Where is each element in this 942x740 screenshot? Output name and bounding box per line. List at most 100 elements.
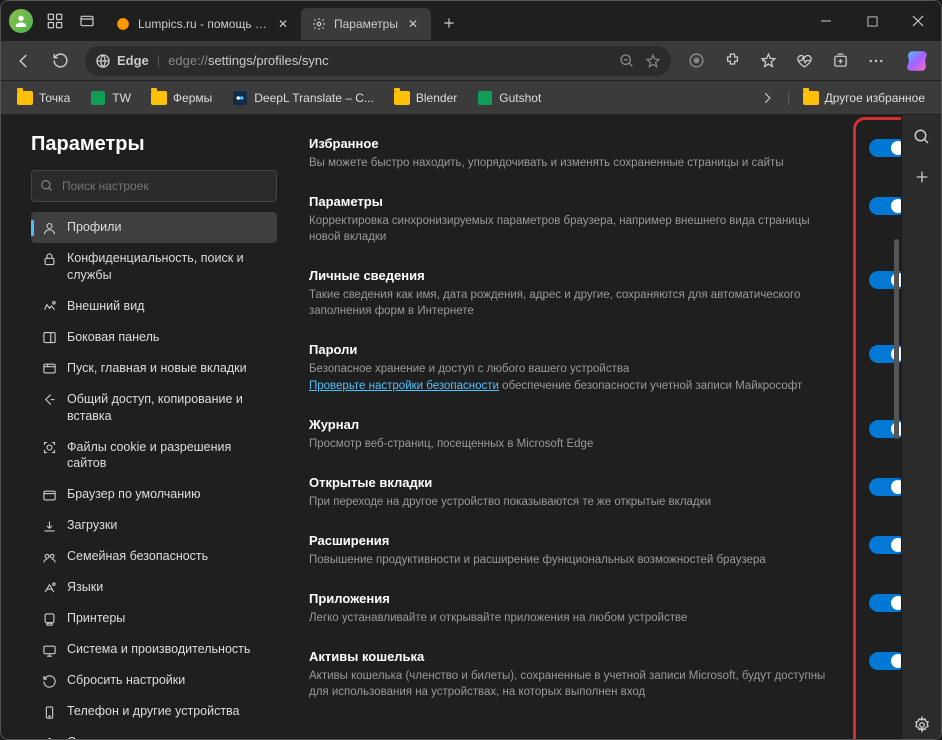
sync-desc-5: При переходе на другое устройство показы…	[309, 494, 843, 510]
workspaces-icon[interactable]	[41, 7, 69, 35]
nav-icon-10	[41, 580, 57, 596]
scrollbar[interactable]	[894, 239, 899, 439]
extensions-icon[interactable]	[715, 45, 749, 77]
nav-icon-11	[41, 611, 57, 627]
nav-item-12[interactable]: Система и производительность	[31, 634, 277, 665]
nav-item-8[interactable]: Загрузки	[31, 510, 277, 541]
new-tab-button[interactable]	[435, 9, 463, 37]
nav-label-15: Специальные возможности	[67, 734, 227, 739]
site-identity[interactable]: Edge	[95, 53, 149, 69]
nav-label-11: Принтеры	[67, 610, 125, 627]
profile-avatar[interactable]	[9, 9, 33, 33]
sync-title-3: Пароли	[309, 342, 843, 357]
sidebar-add-icon[interactable]	[908, 163, 936, 191]
settings-search-input[interactable]	[62, 179, 268, 193]
bookmarks-overflow[interactable]	[752, 87, 782, 109]
bookmark-0[interactable]: Точка	[9, 86, 78, 110]
nav-item-13[interactable]: Сбросить настройки	[31, 665, 277, 696]
nav-item-14[interactable]: Телефон и другие устройства	[31, 696, 277, 727]
nav-item-0[interactable]: Профили	[31, 212, 277, 243]
nav-label-14: Телефон и другие устройства	[67, 703, 240, 720]
tab-favicon-1	[311, 16, 327, 32]
nav-icon-6	[41, 440, 57, 456]
nav-icon-1	[41, 251, 57, 267]
nav-icon-12	[41, 642, 57, 658]
settings-main: ИзбранноеВы можете быстро находить, упор…	[291, 115, 941, 739]
nav-item-6[interactable]: Файлы cookie и разрешения сайтов	[31, 432, 277, 480]
nav-label-3: Боковая панель	[67, 329, 159, 346]
search-icon	[40, 179, 54, 193]
copilot-button[interactable]	[899, 43, 935, 79]
sync-link-3[interactable]: Проверьте настройки безопасности	[309, 380, 499, 392]
address-bar[interactable]: Edge | edge://settings/profiles/sync	[85, 46, 671, 76]
nav-item-7[interactable]: Браузер по умолчанию	[31, 479, 277, 510]
nav-icon-13	[41, 673, 57, 689]
sync-title-8: Активы кошелька	[309, 649, 843, 664]
sync-row-0: ИзбранноеВы можете быстро находить, упор…	[309, 125, 913, 183]
window-maximize[interactable]	[849, 1, 895, 41]
nav-label-8: Загрузки	[67, 517, 117, 534]
sync-desc-6: Повышение продуктивности и расширение фу…	[309, 552, 843, 568]
bookmark-2[interactable]: Фермы	[143, 86, 220, 110]
collections-icon[interactable]	[823, 45, 857, 77]
nav-back[interactable]	[7, 45, 41, 77]
nav-icon-14	[41, 704, 57, 720]
bookmark-3[interactable]: DeepL Translate – C...	[224, 86, 382, 110]
sync-row-5: Открытые вкладкиПри переходе на другое у…	[309, 464, 913, 522]
nav-item-3[interactable]: Боковая панель	[31, 322, 277, 353]
sidebar-search-icon[interactable]	[908, 123, 936, 151]
nav-item-1[interactable]: Конфиденциальность, поиск и службы	[31, 243, 277, 291]
tab-actions-icon[interactable]	[73, 7, 101, 35]
sync-row-6: РасширенияПовышение продуктивности и рас…	[309, 522, 913, 580]
nav-icon-7	[41, 487, 57, 503]
other-bookmarks[interactable]: Другое избранное	[795, 86, 933, 110]
nav-label-4: Пуск, главная и новые вкладки	[67, 360, 247, 377]
nav-item-11[interactable]: Принтеры	[31, 603, 277, 634]
brand-label: Edge	[117, 53, 149, 68]
url-text: edge://settings/profiles/sync	[168, 53, 611, 68]
window-titlebar: Lumpics.ru - помощь с компьют ✕ Параметр…	[1, 1, 941, 41]
tab-label-0: Lumpics.ru - помощь с компьют	[138, 17, 268, 31]
window-minimize[interactable]	[803, 1, 849, 41]
nav-icon-5	[41, 392, 57, 408]
menu-more-icon[interactable]	[859, 45, 893, 77]
nav-item-4[interactable]: Пуск, главная и новые вкладки	[31, 353, 277, 384]
bookmark-4[interactable]: Blender	[386, 86, 465, 110]
nav-label-6: Файлы cookie и разрешения сайтов	[67, 439, 267, 473]
nav-label-9: Семейная безопасность	[67, 548, 208, 565]
favorite-star-icon[interactable]	[645, 53, 661, 69]
bookmark-1[interactable]: TW	[82, 86, 139, 110]
bookmark-5[interactable]: Gutshot	[469, 86, 549, 110]
tab-close-0[interactable]: ✕	[275, 16, 291, 32]
sync-desc-2: Такие сведения как имя, дата рождения, а…	[309, 287, 843, 319]
sync-desc-7: Легко устанавливайте и открывайте прилож…	[309, 610, 843, 626]
nav-label-1: Конфиденциальность, поиск и службы	[67, 250, 267, 284]
wellness-icon[interactable]	[787, 45, 821, 77]
nav-item-2[interactable]: Внешний вид	[31, 291, 277, 322]
nav-item-10[interactable]: Языки	[31, 572, 277, 603]
nav-icon-4	[41, 361, 57, 377]
nav-label-10: Языки	[67, 579, 103, 596]
sync-row-7: ПриложенияЛегко устанавливайте и открыва…	[309, 580, 913, 638]
window-close[interactable]	[895, 1, 941, 41]
browser-tab-0[interactable]: Lumpics.ru - помощь с компьют ✕	[105, 8, 301, 40]
sync-row-8: Активы кошелькаАктивы кошелька (членство…	[309, 638, 913, 712]
browser-tab-1[interactable]: Параметры ✕	[301, 8, 431, 40]
settings-search[interactable]	[31, 170, 277, 202]
nav-icon-3	[41, 330, 57, 346]
nav-item-9[interactable]: Семейная безопасность	[31, 541, 277, 572]
favorites-icon[interactable]	[751, 45, 785, 77]
sync-title-0: Избранное	[309, 136, 843, 151]
sidebar-settings-icon[interactable]	[908, 711, 936, 739]
browser-toolbar: Edge | edge://settings/profiles/sync	[1, 41, 941, 81]
nav-item-5[interactable]: Общий доступ, копирование и вставка	[31, 384, 277, 432]
nav-icon-8	[41, 518, 57, 534]
tracking-icon[interactable]	[679, 45, 713, 77]
tab-close-1[interactable]: ✕	[405, 16, 421, 32]
nav-icon-2	[41, 299, 57, 315]
zoom-icon[interactable]	[619, 53, 635, 69]
nav-label-12: Система и производительность	[67, 641, 250, 658]
sync-desc-4: Просмотр веб-страниц, посещенных в Micro…	[309, 436, 843, 452]
nav-item-15[interactable]: Специальные возможности	[31, 727, 277, 739]
nav-refresh[interactable]	[43, 45, 77, 77]
